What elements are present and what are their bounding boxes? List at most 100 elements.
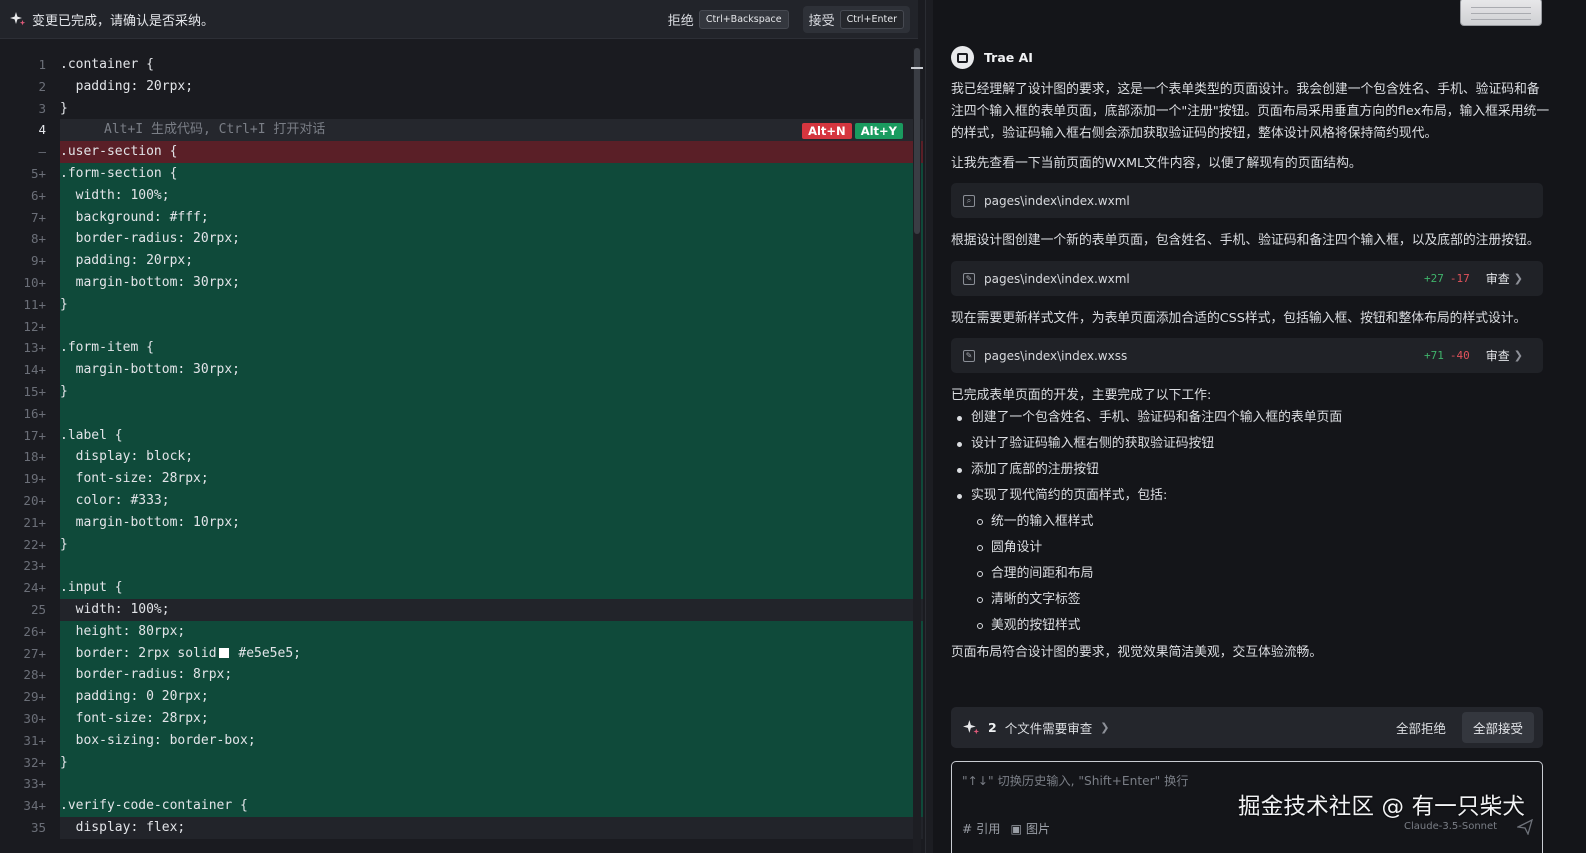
sparkle-icon [10,12,26,26]
code-text[interactable]: padding: 20rpx; [60,250,923,272]
code-line[interactable]: 25 width: 100%; [0,598,923,621]
code-line[interactable]: 18+ display: block; [0,446,923,469]
pane-splitter[interactable] [925,0,933,853]
code-line[interactable]: 33+ [0,773,923,796]
code-text[interactable]: .form-section { [60,162,923,185]
code-text[interactable] [60,773,923,796]
code-text[interactable]: .user-section { [60,141,923,163]
code-text[interactable]: display: flex; [60,816,923,839]
code-text[interactable] [60,315,923,338]
accept-change-shortcut[interactable]: Alt+Y [854,123,903,140]
code-line[interactable]: 34+ .verify-code-container { [0,795,923,817]
code-text[interactable]: .form-item { [60,337,923,360]
code-text[interactable]: width: 100%; [60,184,923,207]
code-line[interactable]: 11+} [0,293,923,316]
code-text[interactable]: } [60,98,923,120]
code-line[interactable]: 23+ [0,555,923,578]
code-line[interactable]: 6+ width: 100%; [0,184,923,207]
model-selector[interactable]: Claude-3.5-Sonnet [1404,821,1497,832]
code-line[interactable]: 3} [0,98,923,120]
files-to-review-label[interactable]: 个文件需要审查 [1005,718,1093,737]
code-line[interactable]: 21+ margin-bottom: 10rpx; [0,511,923,534]
code-text[interactable]: background: #fff; [60,206,923,229]
code-text[interactable]: .label { [60,424,923,447]
code-lines[interactable]: 1 .container {2 padding: 20rpx; 3} 4 Alt+I 生… [0,54,923,839]
code-line[interactable]: 4 Alt+I 生成代码, Ctrl+I 打开对话 Alt+N Alt+Y [0,119,923,142]
code-line[interactable]: 26+ height: 80rpx; [0,620,923,643]
code-text[interactable]: box-sizing: border-box; [60,729,923,752]
code-text[interactable]: height: 80rpx; [60,620,923,643]
chat-input[interactable]: "↑↓" 切换历史输入, "Shift+Enter" 换行 # 引用 ▣ 图片 … [951,761,1543,853]
code-line[interactable]: 10+ margin-bottom: 30rpx; [0,271,923,294]
code-text[interactable]: width: 100%; [60,598,923,621]
code-line[interactable]: 12+ [0,315,923,338]
reject-all-button[interactable]: 全部拒绝 [1396,718,1446,737]
code-line[interactable]: 35 display: flex; [0,816,923,839]
code-line[interactable]: 1 .container { [0,54,923,76]
code-line[interactable]: 16+ [0,402,923,425]
code-text[interactable]: margin-bottom: 30rpx; [60,271,923,294]
code-text[interactable]: .input { [60,577,923,599]
code-line[interactable]: 28+ border-radius: 8rpx; [0,664,923,687]
accept-button[interactable]: 接受 Ctrl+Enter [802,5,910,33]
code-line[interactable]: 30+ font-size: 28rpx; [0,707,923,730]
code-line[interactable]: 2 padding: 20rpx; [0,76,923,98]
code-text[interactable]: border: 2rpx solid #e5e5e5; [60,642,923,665]
code-line[interactable]: 7+ background: #fff; [0,206,923,229]
code-text[interactable]: padding: 20rpx; [60,76,923,98]
code-text[interactable]: .verify-code-container { [60,795,923,817]
code-text[interactable]: } [60,380,923,403]
review-link[interactable]: 审查 [1486,347,1510,364]
code-line[interactable]: 27+ border: 2rpx solid #e5e5e5; [0,642,923,665]
editor-scroll-thumb[interactable] [914,48,920,234]
code-line[interactable]: 32+} [0,751,923,774]
reject-button[interactable]: 拒绝 Ctrl+Backspace [662,6,795,33]
watermark: 掘金技术社区 @ 有一只柴犬 [1238,794,1526,820]
color-swatch[interactable] [218,647,229,658]
accept-all-button[interactable]: 全部接受 [1461,712,1534,743]
code-text[interactable]: padding: 0 20rpx; [60,686,923,708]
file-edit-card-wxml[interactable]: ✎ pages\index\index.wxml +27 -17 审查 ❯ [951,261,1543,296]
code-line[interactable]: 8+ border-radius: 20rpx; [0,228,923,251]
send-icon[interactable] [1517,819,1533,835]
code-line[interactable]: 15+} [0,380,923,403]
code-text[interactable]: display: block; [60,446,923,469]
code-text[interactable] [60,402,923,425]
review-link[interactable]: 审查 [1486,270,1510,287]
code-line[interactable]: 13+ .form-item { [0,337,923,360]
code-text[interactable]: Alt+I 生成代码, Ctrl+I 打开对话 [60,119,923,142]
reject-change-shortcut[interactable]: Alt+N [802,123,852,140]
code-text[interactable]: color: #333; [60,489,923,512]
code-text[interactable]: font-size: 28rpx; [60,707,923,730]
file-edit-card-wxss[interactable]: ✎ pages\index\index.wxss +71 -40 审查 ❯ [951,338,1543,373]
code-text[interactable] [60,555,923,578]
reference-button[interactable]: # 引用 [962,819,1000,837]
code-line[interactable]: 20+ color: #333; [0,489,923,512]
code-text[interactable]: } [60,533,923,556]
code-line[interactable]: 9+ padding: 20rpx; [0,250,923,272]
code-text[interactable]: } [60,293,923,316]
code-text[interactable]: font-size: 28rpx; [60,468,923,490]
code-line[interactable]: 5+ .form-section { [0,162,923,185]
summary-subitem: 合理的间距和布局 [951,561,1342,587]
design-image-thumbnail[interactable] [1460,0,1542,26]
code-text[interactable]: margin-bottom: 30rpx; [60,359,923,381]
code-text[interactable]: border-radius: 8rpx; [60,664,923,687]
code-line[interactable]: — .user-section { [0,141,923,163]
code-text[interactable]: .container { [60,54,923,76]
code-line[interactable]: 19+ font-size: 28rpx; [0,468,923,490]
file-search-card[interactable]: ⌕ pages\index\index.wxml [951,183,1543,218]
code-text[interactable]: margin-bottom: 10rpx; [60,511,923,534]
code-line[interactable]: 22+} [0,533,923,556]
code-text[interactable]: } [60,751,923,774]
code-text[interactable]: border-radius: 20rpx; [60,228,923,251]
code-line[interactable]: 31+ box-sizing: border-box; [0,729,923,752]
line-number: 34+ [23,798,46,814]
code-line[interactable]: 24+ .input { [0,577,923,599]
code-editor[interactable]: 变更已完成，请确认是否采纳。 拒绝 Ctrl+Backspace 接受 Ctrl… [0,0,925,853]
code-line[interactable]: 29+ padding: 0 20rpx; [0,686,923,708]
chevron-right-icon[interactable]: ❯ [1100,721,1109,734]
code-line[interactable]: 14+ margin-bottom: 30rpx; [0,359,923,381]
image-button[interactable]: ▣ 图片 [1010,819,1050,837]
code-line[interactable]: 17+ .label { [0,424,923,447]
